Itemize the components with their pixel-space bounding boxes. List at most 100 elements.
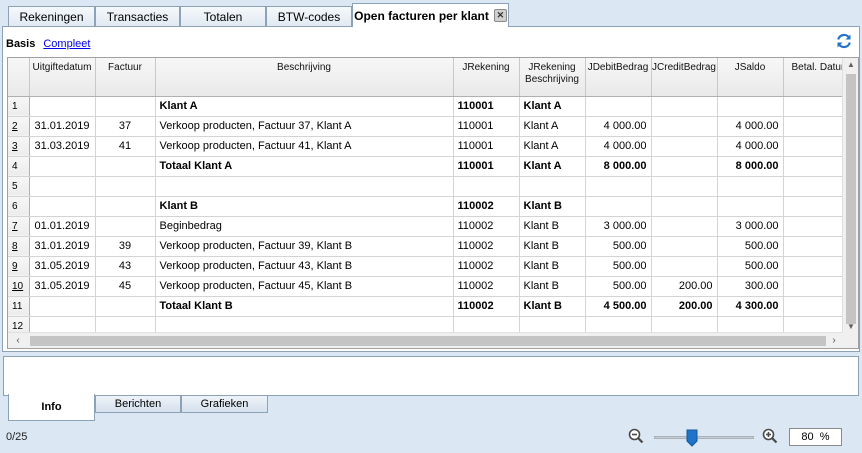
cell-jdebitbedrag[interactable]: 4 000.00 <box>585 136 652 157</box>
cell-jsaldo[interactable]: 4 000.00 <box>717 116 784 137</box>
table-row[interactable]: 3 31.03.2019 41 Verkoop producten, Factuur … <box>8 136 851 157</box>
cell-betal-datum[interactable] <box>783 116 851 137</box>
cell-uitgiftedatum[interactable] <box>29 296 96 317</box>
cell-jcreditbedrag[interactable]: 200.00 <box>651 296 718 317</box>
table-row[interactable]: 8 31.01.2019 39 Verkoop producten, Factuur … <box>8 236 851 257</box>
table-row[interactable]: 11 Totaal Klant B 110002 Klant B4 500.00 200… <box>8 296 851 317</box>
cell-jdebitbedrag[interactable]: 500.00 <box>585 256 652 277</box>
cell-betal-datum[interactable] <box>783 256 851 277</box>
row-number[interactable]: 9 <box>8 256 30 277</box>
tab-transacties[interactable]: Transacties <box>95 6 180 27</box>
cell-jsaldo[interactable] <box>717 176 784 197</box>
cell-jcreditbedrag[interactable] <box>651 236 718 257</box>
refresh-icon[interactable] <box>835 32 853 50</box>
cell-jrekening-beschrijving[interactable]: Klant B <box>519 236 586 257</box>
table-row[interactable]: 10 31.05.2019 45 Verkoop producten, Factuur… <box>8 276 851 297</box>
table-row[interactable]: 9 31.05.2019 43 Verkoop producten, Factuur … <box>8 256 851 277</box>
cell-jrekening-beschrijving[interactable]: Klant B <box>519 256 586 277</box>
cell-beschrijving[interactable]: Totaal Klant B <box>155 296 454 317</box>
cell-beschrijving[interactable]: Verkoop producten, Factuur 39, Klant B <box>155 236 454 257</box>
cell-uitgiftedatum[interactable]: 31.05.2019 <box>29 256 96 277</box>
cell-uitgiftedatum[interactable] <box>29 156 96 177</box>
close-icon[interactable]: ✕ <box>493 9 507 22</box>
cell-jcreditbedrag[interactable] <box>651 116 718 137</box>
cell-betal-datum[interactable] <box>783 236 851 257</box>
column-header-beschrijving[interactable]: Beschrijving <box>155 58 454 97</box>
cell-factuur[interactable]: 43 <box>95 256 156 277</box>
cell-factuur[interactable] <box>95 176 156 197</box>
column-header-jrekening[interactable]: JRekening <box>453 58 520 97</box>
cell-factuur[interactable] <box>95 96 156 117</box>
cell-betal-datum[interactable] <box>783 96 851 117</box>
column-header-factuur[interactable]: Factuur <box>95 58 156 97</box>
cell-jrekening[interactable]: 110002 <box>453 236 520 257</box>
cell-jrekening[interactable]: 110001 <box>453 156 520 177</box>
cell-jrekening[interactable]: 110001 <box>453 116 520 137</box>
tab-open-facturen-per-klant[interactable]: Open facturen per klant ✕ <box>352 3 509 27</box>
cell-jrekening[interactable]: 110001 <box>453 136 520 157</box>
cell-betal-datum[interactable] <box>783 216 851 237</box>
cell-betal-datum[interactable] <box>783 136 851 157</box>
row-number[interactable]: 5 <box>8 176 30 197</box>
cell-uitgiftedatum[interactable]: 31.03.2019 <box>29 136 96 157</box>
cell-jrekening-beschrijving[interactable]: Klant B <box>519 216 586 237</box>
data-grid[interactable]: Uitgiftedatum Factuur Beschrijving JReke… <box>7 57 859 349</box>
cell-jsaldo[interactable]: 500.00 <box>717 256 784 277</box>
cell-jcreditbedrag[interactable] <box>651 176 718 197</box>
cell-jrekening-beschrijving[interactable]: Klant B <box>519 196 586 217</box>
cell-jcreditbedrag[interactable] <box>651 136 718 157</box>
zoom-out-icon[interactable] <box>628 428 644 444</box>
table-row[interactable]: 5 <box>8 176 851 197</box>
cell-jsaldo[interactable]: 8 000.00 <box>717 156 784 177</box>
cell-jrekening[interactable]: 110002 <box>453 216 520 237</box>
cell-jcreditbedrag[interactable] <box>651 156 718 177</box>
cell-jsaldo[interactable] <box>717 196 784 217</box>
cell-uitgiftedatum[interactable]: 31.01.2019 <box>29 116 96 137</box>
cell-jrekening-beschrijving[interactable]: Klant B <box>519 296 586 317</box>
column-header-jsaldo[interactable]: JSaldo <box>717 58 784 97</box>
vertical-scroll-thumb[interactable] <box>846 74 856 324</box>
tab-btw-codes[interactable]: BTW-codes <box>266 6 352 27</box>
cell-beschrijving[interactable]: Klant A <box>155 96 454 117</box>
cell-jcreditbedrag[interactable] <box>651 196 718 217</box>
zoom-slider-track[interactable] <box>654 436 754 439</box>
cell-jrekening[interactable]: 110002 <box>453 276 520 297</box>
cell-jsaldo[interactable]: 4 000.00 <box>717 136 784 157</box>
column-header-uitgiftedatum[interactable]: Uitgiftedatum <box>29 58 96 97</box>
cell-beschrijving[interactable]: Verkoop producten, Factuur 45, Klant B <box>155 276 454 297</box>
cell-jdebitbedrag[interactable]: 4 500.00 <box>585 296 652 317</box>
column-header-jrekening-beschrijving[interactable]: JRekening Beschrijving <box>519 58 586 97</box>
table-row[interactable]: 1 Klant A 110001 Klant A <box>8 96 851 117</box>
cell-factuur[interactable] <box>95 196 156 217</box>
column-header-jdebitbedrag[interactable]: JDebitBedrag <box>585 58 652 97</box>
cell-jcreditbedrag[interactable]: 200.00 <box>651 276 718 297</box>
cell-jsaldo[interactable]: 300.00 <box>717 276 784 297</box>
cell-jrekening-beschrijving[interactable] <box>519 176 586 197</box>
cell-jrekening[interactable]: 110001 <box>453 96 520 117</box>
row-number[interactable]: 3 <box>8 136 30 157</box>
zoom-level-field[interactable]: 80 % <box>789 428 842 446</box>
cell-beschrijving[interactable] <box>155 176 454 197</box>
cell-uitgiftedatum[interactable] <box>29 176 96 197</box>
cell-jsaldo[interactable]: 3 000.00 <box>717 216 784 237</box>
cell-betal-datum[interactable] <box>783 176 851 197</box>
cell-jdebitbedrag[interactable]: 8 000.00 <box>585 156 652 177</box>
cell-factuur[interactable] <box>95 296 156 317</box>
cell-jrekening[interactable]: 110002 <box>453 296 520 317</box>
cell-factuur[interactable] <box>95 156 156 177</box>
scroll-right-icon[interactable]: › <box>826 333 842 348</box>
cell-jdebitbedrag[interactable] <box>585 176 652 197</box>
cell-jrekening-beschrijving[interactable]: Klant A <box>519 96 586 117</box>
tab-totalen[interactable]: Totalen <box>180 6 266 27</box>
zoom-in-icon[interactable] <box>762 428 778 444</box>
table-row[interactable]: 4 Totaal Klant A 110001 Klant A8 000.00 8 00… <box>8 156 851 177</box>
cell-jcreditbedrag[interactable] <box>651 216 718 237</box>
cell-jdebitbedrag[interactable] <box>585 196 652 217</box>
cell-factuur[interactable] <box>95 216 156 237</box>
vertical-scrollbar[interactable]: ▲ ▼ <box>842 58 858 334</box>
cell-uitgiftedatum[interactable]: 01.01.2019 <box>29 216 96 237</box>
cell-jrekening[interactable] <box>453 176 520 197</box>
row-number[interactable]: 2 <box>8 116 30 137</box>
cell-beschrijving[interactable]: Verkoop producten, Factuur 37, Klant A <box>155 116 454 137</box>
cell-beschrijving[interactable]: Verkoop producten, Factuur 43, Klant B <box>155 256 454 277</box>
